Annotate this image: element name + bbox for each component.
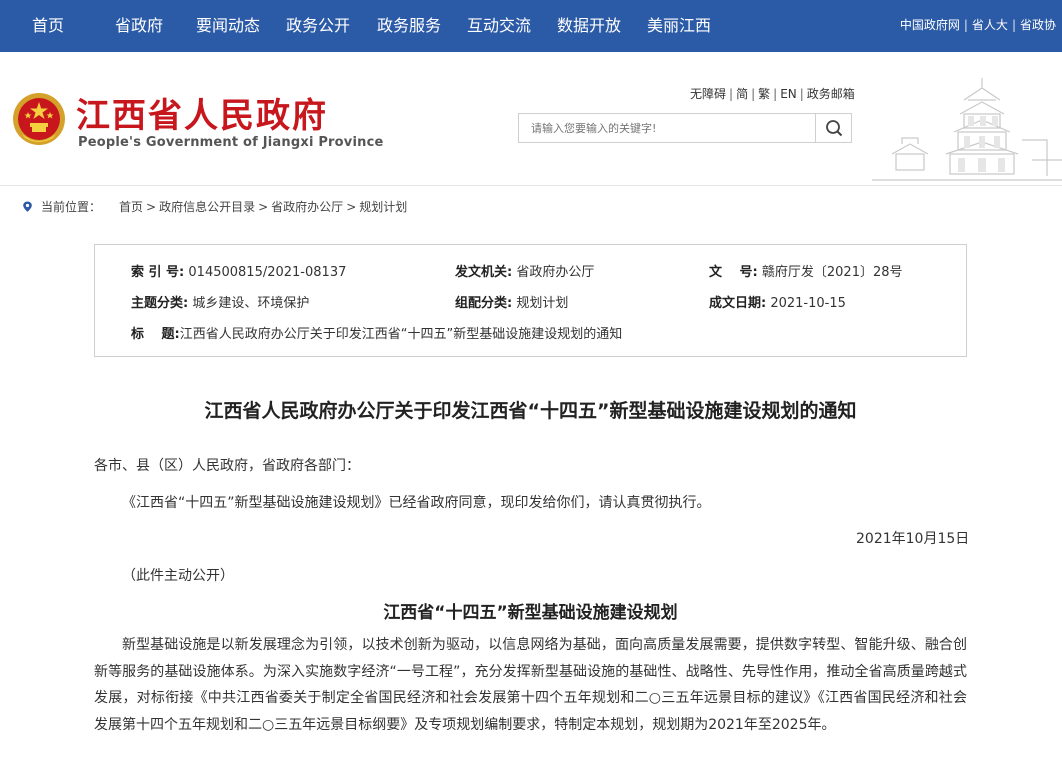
traditional-chinese-link[interactable]: 繁 xyxy=(758,87,770,101)
nav-province-government[interactable]: 省政府 xyxy=(115,0,163,52)
plan-intro-paragraph: 新型基础设施是以新发展理念为引领，以技术创新为驱动，以信息网络为基础，面向高质量… xyxy=(94,637,967,733)
link-separator: | xyxy=(963,18,968,32)
assembly-category-value: 规划计划 xyxy=(516,296,569,311)
topic-category: 主题分类: 城乡建设、环境保护 xyxy=(131,292,309,311)
written-date: 成文日期: 2021-10-15 xyxy=(709,292,846,311)
breadcrumb-separator: > xyxy=(146,200,157,214)
tool-separator: | xyxy=(799,87,804,101)
nav-interaction[interactable]: 互动交流 xyxy=(467,0,531,52)
breadcrumb-planning[interactable]: 规划计划 xyxy=(359,200,407,214)
simplified-chinese-link[interactable]: 简 xyxy=(736,87,748,101)
breadcrumb-label: 当前位置： xyxy=(41,200,102,214)
nav-open-data[interactable]: 数据开放 xyxy=(557,0,621,52)
index-number-value: 014500815/2021-08137 xyxy=(188,265,347,280)
site-subtitle: People's Government of Jiangxi Province xyxy=(78,135,384,150)
assembly-category-label: 组配分类: xyxy=(455,296,513,311)
document-number-value: 赣府厅发〔2021〕28号 xyxy=(761,265,903,280)
link-cppcc[interactable]: 省政协 xyxy=(1020,18,1056,32)
plan-title: 江西省“十四五”新型基础设施建设规划 xyxy=(383,603,678,623)
site-title[interactable]: 江西省人民政府 xyxy=(76,88,328,137)
nav-news[interactable]: 要闻动态 xyxy=(196,0,260,52)
nav-government-affairs-open[interactable]: 政务公开 xyxy=(286,0,350,52)
breadcrumb: 当前位置： 首页 > 政府信息公开目录 > 省政府办公厅 > 规划计划 xyxy=(22,198,407,215)
nav-government-services[interactable]: 政务服务 xyxy=(377,0,441,52)
document-title-meta: 标 题:江西省人民政府办公厅关于印发江西省“十四五”新型基础设施建设规划的通知 xyxy=(131,323,622,342)
breadcrumb-separator: > xyxy=(346,200,357,214)
document-title-value: 江西省人民政府办公厅关于印发江西省“十四五”新型基础设施建设规划的通知 xyxy=(179,327,623,342)
search-box xyxy=(518,113,852,143)
national-emblem-icon xyxy=(13,93,65,145)
written-date-value: 2021-10-15 xyxy=(770,296,846,311)
notice-date: 2021年10月15日 xyxy=(856,531,970,547)
location-pin-icon xyxy=(23,201,32,212)
written-date-label: 成文日期: xyxy=(709,296,767,311)
breadcrumb-general-office[interactable]: 省政府办公厅 xyxy=(271,200,343,214)
search-input[interactable] xyxy=(519,114,815,142)
issuing-authority-value: 省政府办公厅 xyxy=(516,265,595,280)
breadcrumb-home[interactable]: 首页 xyxy=(119,200,143,214)
issuing-authority: 发文机关: 省政府办公厅 xyxy=(455,261,594,280)
tool-separator: | xyxy=(773,87,778,101)
notice-paragraph: 《江西省“十四五”新型基础设施建设规划》已经省政府同意，现印发给你们，请认真贯彻… xyxy=(122,495,711,511)
document-title: 江西省人民政府办公厅关于印发江西省“十四五”新型基础设施建设规划的通知 xyxy=(204,400,857,422)
issuing-authority-label: 发文机关: xyxy=(455,265,513,280)
topic-category-value: 城乡建设、环境保护 xyxy=(192,296,310,311)
document-number: 文 号: 赣府厅发〔2021〕28号 xyxy=(709,261,903,280)
link-china-gov[interactable]: 中国政府网 xyxy=(900,18,960,32)
salutation: 各市、县（区）人民政府，省政府各部门： xyxy=(94,458,360,474)
site-header: 江西省人民政府 People's Government of Jiangxi P… xyxy=(0,52,1062,186)
document-metadata-box: 索 引 号: 014500815/2021-08137 发文机关: 省政府办公厅… xyxy=(94,244,967,357)
document-number-label: 文 号: xyxy=(709,265,758,280)
tool-separator: | xyxy=(729,87,734,101)
pavilion-skyline-decoration xyxy=(872,78,1062,181)
link-provincial-congress[interactable]: 省人大 xyxy=(972,18,1008,32)
nav-home[interactable]: 首页 xyxy=(32,0,64,52)
nav-beautiful-jiangxi[interactable]: 美丽江西 xyxy=(647,0,711,52)
document-title-label: 标 题: xyxy=(131,327,180,342)
header-tools: 无障碍 | 简 | 繁 | EN | 政务邮箱 xyxy=(690,85,855,102)
top-navigation-bar: 首页 省政府 要闻动态 政务公开 政务服务 互动交流 数据开放 美丽江西 中国政… xyxy=(0,0,1062,52)
search-button[interactable] xyxy=(815,114,851,142)
breadcrumb-separator: > xyxy=(258,200,269,214)
search-icon xyxy=(826,120,843,137)
index-number: 索 引 号: 014500815/2021-08137 xyxy=(131,261,346,280)
assembly-category: 组配分类: 规划计划 xyxy=(455,292,568,311)
link-separator: | xyxy=(1011,18,1016,32)
external-links: 中国政府网 | 省人大 | 省政协 xyxy=(900,16,1056,33)
english-link[interactable]: EN xyxy=(780,87,797,101)
government-email-link[interactable]: 政务邮箱 xyxy=(807,87,855,101)
breadcrumb-info-disclosure[interactable]: 政府信息公开目录 xyxy=(159,200,255,214)
topic-category-label: 主题分类: xyxy=(131,296,189,311)
tool-separator: | xyxy=(751,87,756,101)
public-notice: （此件主动公开） xyxy=(122,568,234,584)
accessibility-link[interactable]: 无障碍 xyxy=(690,87,726,101)
index-number-label: 索 引 号: xyxy=(131,265,185,280)
